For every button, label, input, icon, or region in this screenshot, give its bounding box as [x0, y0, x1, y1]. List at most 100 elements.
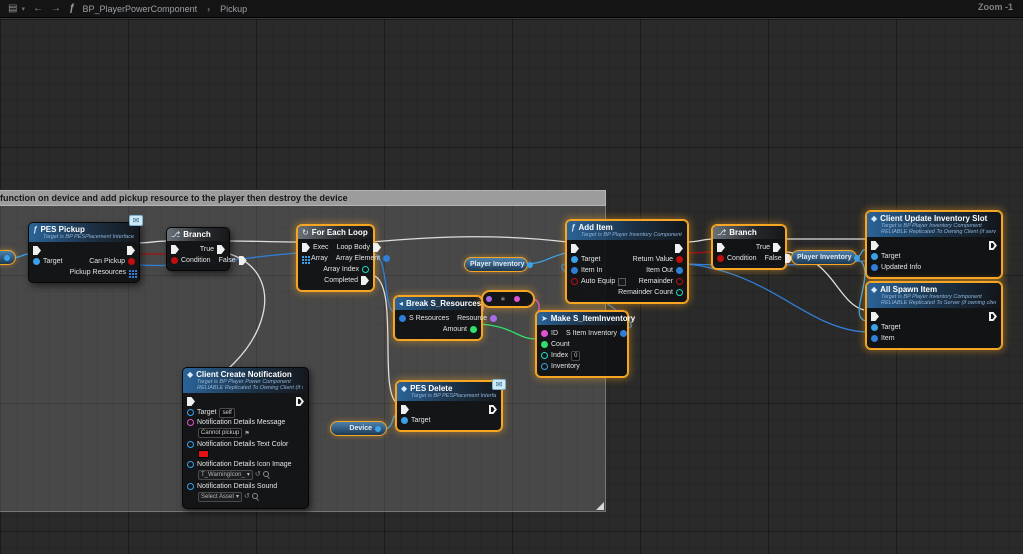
message-value-field[interactable]: Cannot pickup	[198, 428, 242, 438]
offscreen-variable-pill[interactable]	[0, 250, 16, 265]
auto-equip-checkbox[interactable]	[618, 278, 626, 286]
target-pin[interactable]	[871, 324, 878, 331]
true-exec-pin[interactable]	[217, 245, 225, 254]
node-for-each-loop[interactable]: ↻ For Each Loop Exec Loop Body Array Arr…	[297, 225, 374, 291]
exec-in-pin[interactable]	[871, 241, 879, 250]
exec-in-pin[interactable]	[302, 243, 310, 252]
pickup-resources-array-pin[interactable]	[129, 270, 131, 272]
remainder-count-pin[interactable]	[676, 289, 683, 296]
icon-image-pin[interactable]	[187, 461, 194, 468]
variable-pill-device[interactable]: Device	[330, 421, 387, 436]
amount-pin[interactable]	[470, 326, 477, 333]
break-struct-icon: ◂	[399, 299, 403, 308]
breadcrumb-parent[interactable]: BP_PlayerPowerComponent	[83, 4, 198, 14]
node-convert[interactable]: ∗	[482, 291, 534, 307]
resource-pin[interactable]	[490, 315, 497, 322]
pin-label: S Item Inventory	[566, 330, 617, 337]
loop-body-pin[interactable]	[373, 243, 381, 252]
sound-pin[interactable]	[187, 483, 194, 490]
text-color-swatch[interactable]	[198, 450, 209, 458]
icon-image-dropdown[interactable]: T_WarningIcon_ ▾	[198, 470, 253, 480]
completed-pin[interactable]	[361, 276, 369, 285]
array-index-pin[interactable]	[362, 266, 369, 273]
inventory-pin[interactable]	[541, 363, 548, 370]
blueprint-graph-canvas[interactable]: function on device and add pickup resour…	[0, 18, 1023, 554]
true-exec-pin[interactable]	[773, 243, 781, 252]
object-out-pin[interactable]	[854, 255, 860, 261]
index-pin[interactable]	[541, 352, 548, 359]
exec-out-pin[interactable]	[989, 312, 997, 321]
comment-resize-handle[interactable]	[596, 502, 604, 510]
variable-pill-player-inventory-1[interactable]: Player Inventory	[464, 257, 528, 272]
false-exec-pin[interactable]	[239, 256, 247, 265]
id-pin[interactable]	[541, 330, 548, 337]
target-pin[interactable]	[33, 258, 40, 265]
node-all-spawn-item[interactable]: ◆ All Spawn Item Target is BP Player Inv…	[866, 282, 1002, 349]
use-selected-icon[interactable]: ↺	[244, 493, 250, 501]
array-pin[interactable]	[302, 256, 304, 258]
convert-in-pin[interactable]	[486, 296, 492, 302]
exec-in-pin[interactable]	[401, 405, 409, 414]
target-pin[interactable]	[187, 409, 194, 416]
can-pickup-pin[interactable]	[128, 258, 135, 265]
exec-out-pin[interactable]	[675, 244, 683, 253]
wire	[687, 264, 866, 332]
localization-flag-icon[interactable]: ⚑	[244, 430, 249, 437]
node-branch-2[interactable]: ⎇ Branch True Condition False	[712, 225, 786, 269]
s-resources-pin[interactable]	[399, 315, 406, 322]
browse-asset-icon[interactable]	[263, 471, 271, 479]
node-client-create-notification[interactable]: ◆ Client Create Notification Target is B…	[182, 367, 309, 509]
exec-in-pin[interactable]	[871, 312, 879, 321]
remainder-pin[interactable]	[676, 278, 683, 285]
node-pes-pickup[interactable]: ƒ PES Pickup Target is BP PESPlacement I…	[28, 222, 140, 283]
exec-out-pin[interactable]	[489, 405, 497, 414]
node-make-s-iteminventory[interactable]: ➤ Make S_ItemInventory ID S Item Invento…	[536, 311, 628, 377]
variable-pill-player-inventory-2[interactable]: Player Inventory	[791, 250, 857, 265]
target-pin[interactable]	[401, 417, 408, 424]
exec-out-pin[interactable]	[989, 241, 997, 250]
item-out-pin[interactable]	[676, 267, 683, 274]
message-pin[interactable]	[187, 419, 194, 426]
exec-out-pin[interactable]	[296, 397, 304, 406]
node-client-update-inventory-slot[interactable]: ◆ Client Update Inventory Slot Target is…	[866, 211, 1002, 278]
exec-in-pin[interactable]	[171, 245, 179, 254]
return-value-pin[interactable]	[676, 256, 683, 263]
node-pes-delete[interactable]: ◆ PES Delete Target is BP PESPlacement I…	[396, 381, 502, 431]
exec-in-pin[interactable]	[187, 397, 195, 406]
exec-in-pin[interactable]	[571, 244, 579, 253]
condition-pin[interactable]	[171, 257, 178, 264]
index-value-field[interactable]: 0	[571, 351, 580, 361]
browse-asset-icon[interactable]	[252, 493, 260, 501]
node-branch-1[interactable]: ⎇ Branch True Condition False	[166, 227, 230, 271]
node-break-s-resources[interactable]: ◂ Break S_Resources S Resources Resource…	[394, 296, 482, 340]
item-in-pin[interactable]	[571, 267, 578, 274]
convert-out-pin[interactable]	[514, 296, 520, 302]
target-pin[interactable]	[571, 256, 578, 263]
s-item-inventory-out-pin[interactable]	[620, 330, 627, 337]
target-value-field[interactable]: self	[219, 408, 234, 418]
updated-info-pin[interactable]	[871, 264, 878, 271]
comment-title[interactable]: function on device and add pickup resour…	[0, 190, 606, 206]
condition-pin[interactable]	[717, 255, 724, 262]
exec-in-pin[interactable]	[33, 246, 41, 255]
object-pin[interactable]	[4, 255, 10, 261]
use-selected-icon[interactable]: ↺	[255, 471, 261, 479]
sound-dropdown[interactable]: Select Asset ▾	[198, 492, 242, 502]
breadcrumb-current[interactable]: Pickup	[220, 4, 247, 14]
back-button[interactable]: ←	[33, 1, 43, 17]
auto-equip-pin[interactable]	[571, 278, 578, 285]
exec-in-pin[interactable]	[717, 243, 725, 252]
node-add-item[interactable]: ƒ Add Item Target is BP Player Inventory…	[566, 220, 688, 303]
bookmarks-caret-icon[interactable]: ▾	[21, 5, 25, 13]
text-color-pin[interactable]	[187, 441, 194, 448]
forward-button[interactable]: →	[51, 1, 61, 17]
exec-out-pin[interactable]	[127, 246, 135, 255]
count-pin[interactable]	[541, 341, 548, 348]
array-element-pin[interactable]	[383, 255, 390, 262]
bookmarks-icon[interactable]: ▤	[8, 1, 17, 17]
function-icon: ƒ	[33, 225, 37, 234]
target-pin[interactable]	[871, 253, 878, 260]
item-pin[interactable]	[871, 335, 878, 342]
node-title: PES Delete	[410, 384, 452, 393]
object-out-pin[interactable]	[375, 426, 381, 432]
